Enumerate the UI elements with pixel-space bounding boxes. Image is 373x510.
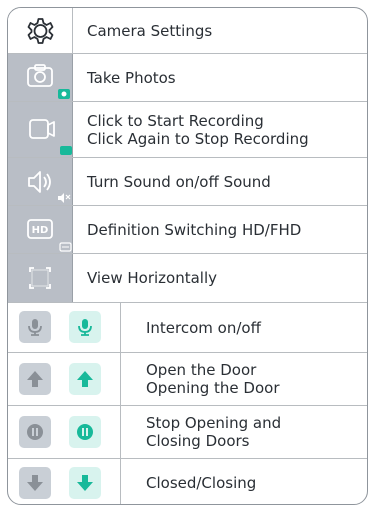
- row-definition: HD Definition Switching HD/FHD: [8, 206, 367, 254]
- row-label: Take Photos: [87, 54, 359, 101]
- row-label: Click to Start Recording Click Again to …: [87, 102, 359, 157]
- label-text: Intercom on/off: [146, 318, 261, 337]
- stop-door-disabled-button[interactable]: [19, 416, 51, 448]
- open-door-button[interactable]: [69, 363, 101, 395]
- row-label: Turn Sound on/off Sound: [87, 158, 359, 205]
- row-label: Stop Opening and Closing Doors: [146, 406, 359, 458]
- button-pair: [8, 406, 121, 458]
- row-label: Camera Settings: [87, 8, 359, 53]
- label-text: Camera Settings: [87, 21, 213, 40]
- row-label: Open the Door Opening the Door: [146, 353, 359, 405]
- row-open-door: Open the Door Opening the Door: [8, 353, 367, 406]
- pause-icon: [77, 424, 93, 440]
- label-line-1: Click to Start Recording: [87, 111, 264, 130]
- row-label: Definition Switching HD/FHD: [87, 206, 359, 253]
- button-pair: [8, 303, 121, 352]
- label-text: Turn Sound on/off Sound: [87, 172, 271, 191]
- label-line-2: Closing Doors: [146, 432, 250, 450]
- hd-icon: HD: [27, 219, 72, 252]
- pause-icon: [27, 424, 43, 440]
- icon-cell: [8, 158, 73, 205]
- speaker-icon: [28, 171, 71, 203]
- row-label: Intercom on/off: [146, 303, 359, 352]
- intercom-off-button[interactable]: [19, 311, 51, 343]
- video-camera-icon: [29, 119, 72, 155]
- button-pair: [8, 459, 121, 504]
- microphone-icon: [28, 319, 42, 336]
- row-take-photos: Take Photos: [8, 54, 367, 102]
- icon-cell: [8, 102, 73, 157]
- hd-badge-text: HD: [32, 225, 49, 236]
- microphone-icon: [78, 319, 92, 336]
- label-text: Definition Switching HD/FHD: [87, 220, 302, 239]
- intercom-on-button[interactable]: [69, 311, 101, 343]
- label-line-2: Opening the Door: [146, 379, 280, 397]
- label-text: Take Photos: [87, 68, 176, 87]
- icon-cell: [8, 254, 73, 302]
- icon-cell: HD: [8, 206, 73, 253]
- row-recording: Click to Start Recording Click Again to …: [8, 102, 367, 158]
- row-sound: Turn Sound on/off Sound: [8, 158, 367, 206]
- stop-door-button[interactable]: [69, 416, 101, 448]
- row-label: Closed/Closing: [146, 459, 359, 504]
- arrow-up-icon: [77, 371, 93, 387]
- label-text: View Horizontally: [87, 269, 217, 287]
- button-pair: [8, 353, 121, 405]
- label-line-2: Click Again to Stop Recording: [87, 129, 309, 148]
- row-close-door: Closed/Closing: [8, 459, 367, 504]
- arrow-down-icon: [27, 475, 43, 491]
- label-line-1: Open the Door: [146, 361, 257, 379]
- icon-cell: [8, 54, 73, 101]
- row-view-horizontally: View Horizontally: [8, 254, 367, 303]
- fullscreen-icon: [29, 267, 51, 289]
- row-intercom: Intercom on/off: [8, 303, 367, 353]
- icon-cell: [8, 8, 73, 53]
- open-door-disabled-button[interactable]: [19, 363, 51, 395]
- camera-icon: [27, 64, 70, 99]
- row-stop-door: Stop Opening and Closing Doors: [8, 406, 367, 459]
- arrow-down-icon: [77, 475, 93, 491]
- label-line-1: Stop Opening and: [146, 414, 282, 432]
- close-door-disabled-button[interactable]: [19, 467, 51, 499]
- close-door-button[interactable]: [69, 467, 101, 499]
- row-camera-settings: Camera Settings: [8, 8, 367, 54]
- row-label: View Horizontally: [87, 254, 359, 302]
- arrow-up-icon: [27, 371, 43, 387]
- controls-table: Camera Settings Take Photos Click to Sta…: [7, 7, 368, 505]
- gear-icon: [27, 18, 54, 44]
- label-text: Closed/Closing: [146, 473, 257, 492]
